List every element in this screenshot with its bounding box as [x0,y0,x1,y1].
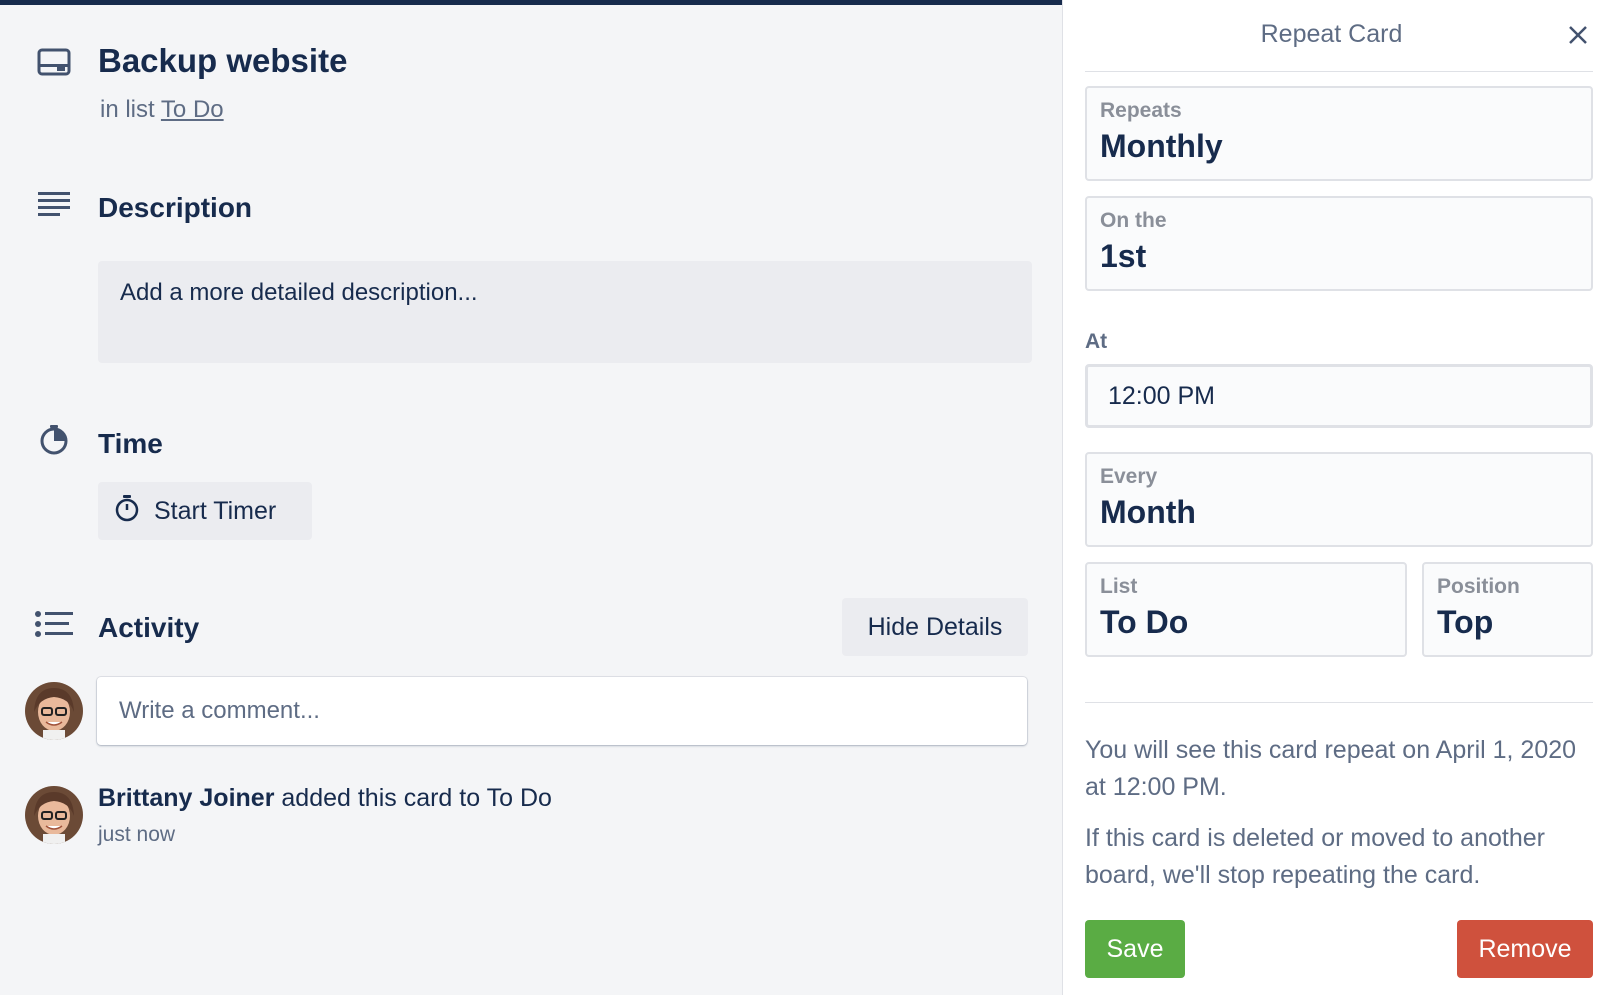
repeats-label: Repeats [1100,99,1182,122]
position-value: Top [1437,604,1494,640]
card-icon [34,42,74,82]
avatar [25,786,83,844]
avatar [25,682,83,740]
at-label: At [1085,330,1108,353]
repeat-warning-info: If this card is deleted or moved to anot… [1085,824,1545,889]
next-repeat-info: You will see this card repeat on April 1… [1085,736,1577,801]
on-the-value: 1st [1100,238,1147,274]
save-button[interactable]: Save [1085,920,1185,978]
position-select[interactable]: Position Top [1422,562,1593,657]
activity-timestamp[interactable]: just now [98,823,175,847]
time-input[interactable]: 12:00 PM [1085,364,1593,428]
on-the-label: On the [1100,209,1167,232]
time-heading: Time [98,428,163,459]
start-timer-button[interactable]: Start Timer [98,482,312,540]
list-value: To Do [1100,604,1189,640]
stopwatch-icon [114,494,140,529]
card-detail-pane: Backup website in list To Do Description… [0,0,1062,995]
position-label: Position [1437,575,1520,598]
description-heading: Description [98,192,253,223]
activity-heading: Activity [98,612,200,643]
every-value: Month [1100,494,1196,530]
activity-user[interactable]: Brittany Joiner [98,784,274,812]
remove-button[interactable]: Remove [1457,920,1593,978]
description-icon [34,184,74,224]
list-label: List [1100,575,1138,598]
every-label: Every [1100,465,1158,488]
top-strip [0,0,1062,5]
in-list-prefix: in list [100,96,155,123]
popover-title: Repeat Card [1260,20,1403,48]
list-link[interactable]: To Do [161,96,224,123]
repeat-card-popover: Repeat Card Repeats Monthly On the 1st A… [1062,0,1600,995]
on-the-select[interactable]: On the 1st [1085,196,1593,291]
header-divider [1085,71,1593,72]
list-select[interactable]: List To Do [1085,562,1407,657]
repeats-value: Monthly [1100,128,1223,164]
card-title[interactable]: Backup website [98,42,347,80]
card-list-info: in list To Do [100,96,224,124]
close-icon[interactable] [1563,20,1593,50]
clock-icon [34,420,74,460]
start-timer-label: Start Timer [154,496,277,525]
hide-details-button[interactable]: Hide Details [842,598,1028,656]
app: Backup website in list To Do Description… [0,0,1600,995]
comment-input[interactable]: Write a comment... [97,677,1027,745]
info-divider [1085,702,1593,703]
activity-action: added this card to To Do [274,784,552,812]
every-select[interactable]: Every Month [1085,452,1593,547]
activity-icon [34,604,74,644]
activity-entry: Brittany Joiner added this card to To Do [98,784,552,813]
description-editor[interactable]: Add a more detailed description... [98,261,1032,363]
repeats-select[interactable]: Repeats Monthly [1085,86,1593,181]
